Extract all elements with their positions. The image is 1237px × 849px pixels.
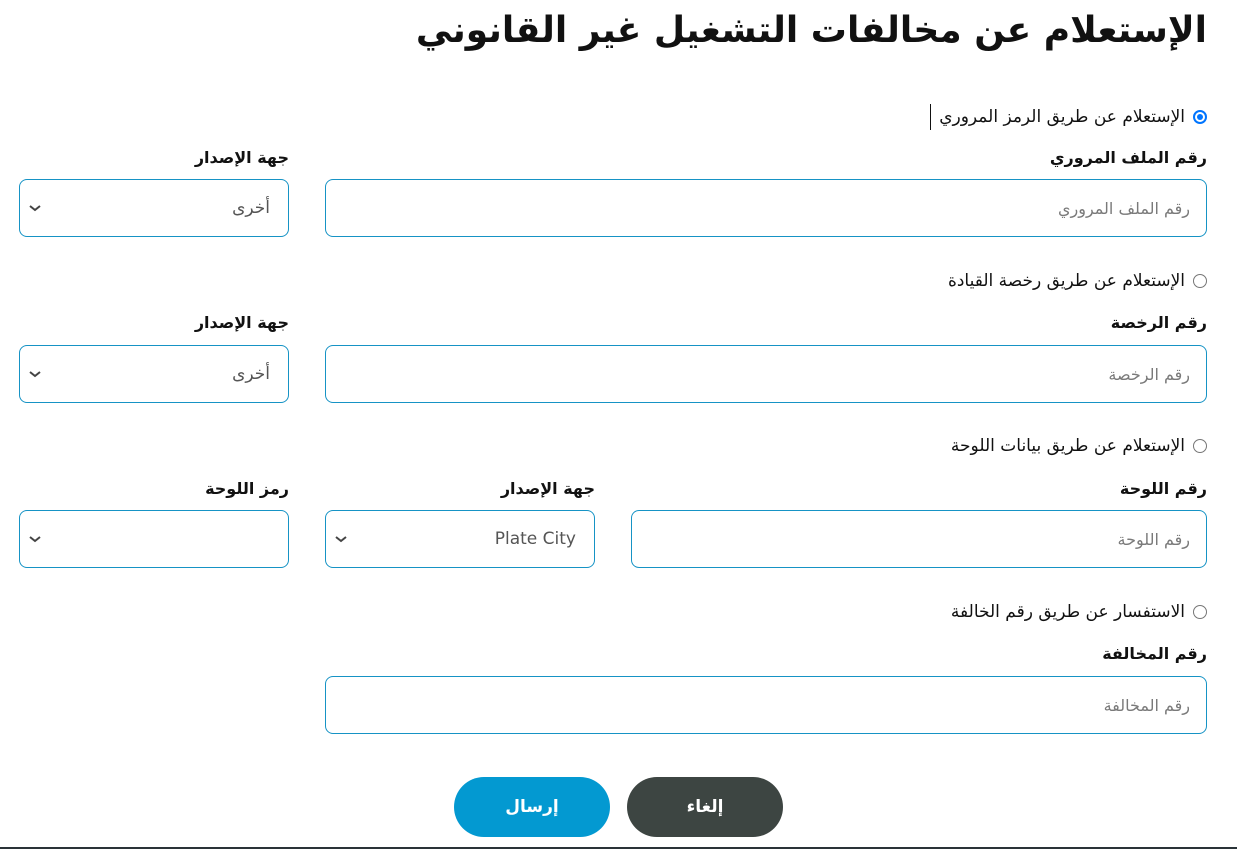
plate-issuer-value: Plate City bbox=[494, 529, 576, 549]
plate-code-select[interactable] bbox=[19, 510, 289, 568]
plate-issuer-select[interactable]: Plate City bbox=[325, 510, 595, 568]
plate-number-label: رقم اللوحة bbox=[1119, 479, 1207, 498]
traffic-file-issuer-label: جهة الإصدار bbox=[194, 148, 289, 167]
radio-option-traffic-code[interactable]: الإستعلام عن طريق الرمز المروري bbox=[930, 104, 1207, 130]
chevron-down-icon bbox=[29, 205, 41, 212]
license-number-input[interactable] bbox=[326, 346, 1206, 402]
radio-option-driving-license[interactable]: الإستعلام عن طريق رخصة القيادة bbox=[948, 271, 1207, 291]
traffic-file-number-input[interactable] bbox=[326, 180, 1206, 236]
traffic-file-issuer-select[interactable]: أخرى bbox=[19, 179, 289, 237]
license-issuer-value: أخرى bbox=[232, 364, 270, 384]
license-number-field[interactable] bbox=[325, 345, 1207, 403]
radio-label-plate-data: الإستعلام عن طريق بيانات اللوحة bbox=[950, 436, 1185, 456]
license-number-label: رقم الرخصة bbox=[1110, 313, 1207, 332]
radio-label-driving-license: الإستعلام عن طريق رخصة القيادة bbox=[947, 271, 1185, 291]
radio-option-plate-data[interactable]: الإستعلام عن طريق بيانات اللوحة bbox=[951, 436, 1207, 456]
chevron-down-icon bbox=[335, 536, 347, 543]
traffic-file-number-label: رقم الملف المروري bbox=[1049, 148, 1207, 167]
radio-label-violation-number: الاستفسار عن طريق رقم الخالفة bbox=[950, 602, 1185, 622]
traffic-file-number-field[interactable] bbox=[325, 179, 1207, 237]
radio-button-plate-data[interactable] bbox=[1193, 439, 1207, 453]
plate-number-input[interactable] bbox=[632, 511, 1206, 567]
license-issuer-select[interactable]: أخرى bbox=[19, 345, 289, 403]
chevron-down-icon bbox=[29, 536, 41, 543]
page-title: الإستعلام عن مخالفات التشغيل غير القانون… bbox=[415, 10, 1207, 51]
radio-label-traffic-code: الإستعلام عن طريق الرمز المروري bbox=[939, 107, 1185, 127]
chevron-down-icon bbox=[29, 371, 41, 378]
plate-issuer-label: جهة الإصدار bbox=[500, 479, 595, 498]
violation-number-input[interactable] bbox=[326, 677, 1206, 733]
plate-code-label: رمز اللوحة bbox=[205, 479, 289, 498]
violation-number-label: رقم المخالفة bbox=[1102, 644, 1207, 663]
cancel-button[interactable]: إلغاء bbox=[627, 777, 783, 837]
submit-button[interactable]: إرسال bbox=[454, 777, 610, 837]
radio-button-driving-license[interactable] bbox=[1193, 274, 1207, 288]
page: الإستعلام عن مخالفات التشغيل غير القانون… bbox=[0, 0, 1237, 849]
violation-number-field[interactable] bbox=[325, 676, 1207, 734]
plate-number-field[interactable] bbox=[631, 510, 1207, 568]
radio-button-traffic-code[interactable] bbox=[1193, 110, 1207, 124]
license-issuer-label: جهة الإصدار bbox=[194, 313, 289, 332]
traffic-file-issuer-value: أخرى bbox=[232, 198, 270, 218]
text-cursor bbox=[930, 104, 932, 130]
radio-button-violation-number[interactable] bbox=[1193, 605, 1207, 619]
radio-option-violation-number[interactable]: الاستفسار عن طريق رقم الخالفة bbox=[951, 602, 1207, 622]
